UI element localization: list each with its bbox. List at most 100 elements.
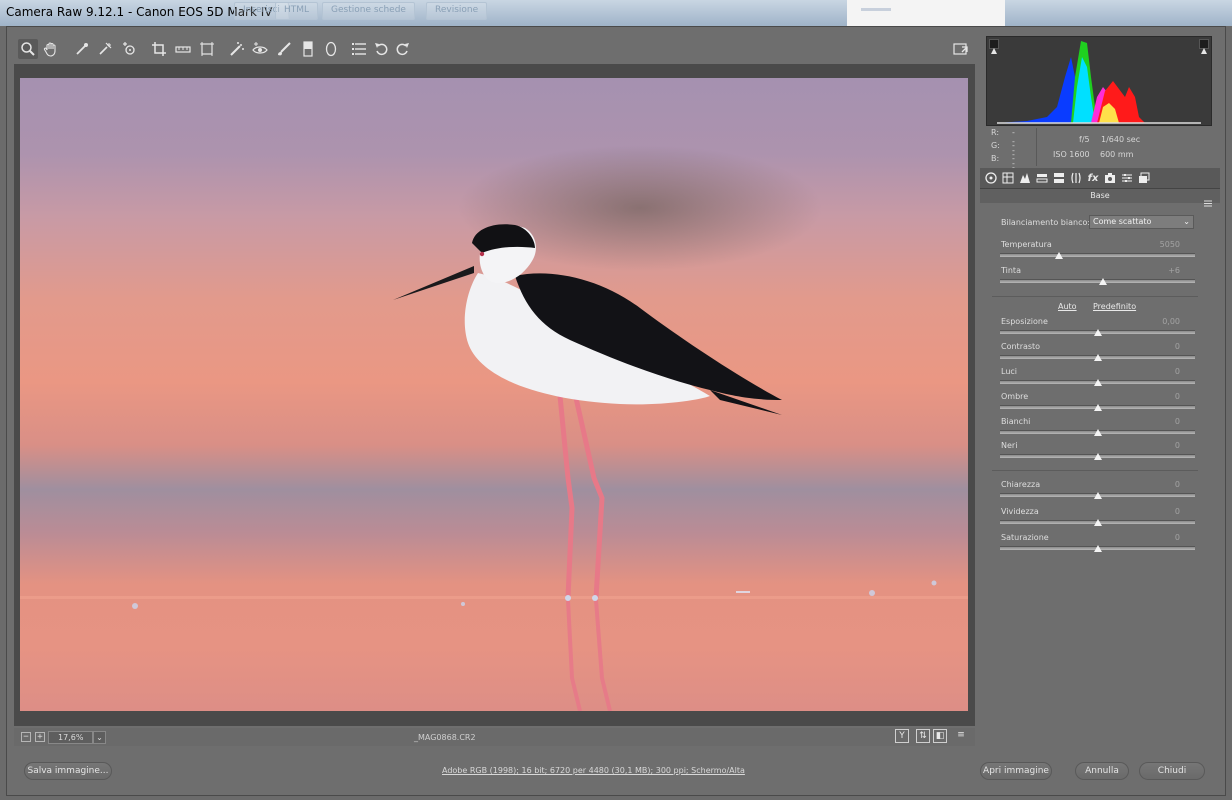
color-sampler-tool-icon[interactable] bbox=[95, 39, 115, 59]
tab-detail-icon[interactable] bbox=[1018, 171, 1032, 185]
fullscreen-icon[interactable] bbox=[951, 39, 971, 59]
crop-tool-icon[interactable] bbox=[149, 39, 169, 59]
slider-value-field[interactable]: 0 bbox=[1140, 441, 1180, 450]
slider-label: Luci bbox=[1001, 367, 1018, 376]
slider-thumb[interactable] bbox=[1093, 429, 1102, 436]
readout-r-label: R: bbox=[991, 128, 1000, 137]
preferences-icon[interactable] bbox=[349, 39, 369, 59]
default-link[interactable]: Predefinito bbox=[1093, 302, 1136, 311]
targeted-adjustment-tool-icon[interactable] bbox=[119, 39, 139, 59]
view-toggle-swap[interactable]: ⇅ bbox=[916, 729, 930, 743]
tab-camera-calibration-icon[interactable] bbox=[1103, 171, 1117, 185]
slider-thumb[interactable] bbox=[1093, 545, 1102, 552]
slider-label: Ombre bbox=[1001, 392, 1029, 401]
histogram-graph bbox=[997, 41, 1201, 124]
background-tab: Revisione bbox=[426, 2, 488, 20]
slider-thumb[interactable] bbox=[1093, 519, 1102, 526]
slider-label: Bianchi bbox=[1001, 417, 1031, 426]
panel-menu-icon[interactable] bbox=[1204, 192, 1212, 207]
adjustment-brush-icon[interactable] bbox=[274, 39, 294, 59]
file-name-label: _MAG0868.CR2 bbox=[414, 733, 476, 742]
cancel-button[interactable]: Annulla bbox=[1075, 762, 1129, 780]
slider-value-field[interactable]: 0 bbox=[1140, 367, 1180, 376]
slider-thumb[interactable] bbox=[1054, 252, 1063, 259]
close-button[interactable]: Chiudi bbox=[1139, 762, 1205, 780]
slider-label: Contrasto bbox=[1001, 342, 1041, 351]
slider-value-field[interactable]: 0 bbox=[1140, 533, 1180, 542]
readout-g-label: G: bbox=[991, 141, 1000, 150]
tab-lens-corrections-icon[interactable] bbox=[1069, 171, 1083, 185]
readout-b-label: B: bbox=[991, 154, 1000, 163]
slider-value-field[interactable]: 0 bbox=[1140, 417, 1180, 426]
zoom-in-button[interactable]: + bbox=[35, 732, 45, 742]
view-toggle-copy[interactable]: ◧ bbox=[933, 729, 947, 743]
zoom-dropdown-button[interactable]: ⌄ bbox=[93, 731, 106, 744]
zoom-tool-icon[interactable] bbox=[18, 39, 38, 59]
transform-tool-icon[interactable] bbox=[197, 39, 217, 59]
focal-length-value: 600 mm bbox=[1100, 150, 1134, 159]
tab-tone-curve-icon[interactable] bbox=[1001, 171, 1015, 185]
slider-value-field[interactable]: 0,00 bbox=[1140, 317, 1180, 326]
slider-label: Esposizione bbox=[1001, 317, 1048, 326]
slider-track[interactable] bbox=[1000, 279, 1195, 283]
slider-label: Neri bbox=[1001, 441, 1018, 450]
tab-snapshots-icon[interactable] bbox=[1137, 171, 1151, 185]
divider bbox=[992, 296, 1198, 297]
tab-hsl-icon[interactable] bbox=[1035, 171, 1049, 185]
tab-basic-icon[interactable] bbox=[984, 171, 998, 185]
workflow-options-link[interactable]: Adobe RGB (1998); 16 bit; 6720 per 4480 … bbox=[442, 766, 745, 775]
bird-image bbox=[20, 224, 968, 711]
rotate-left-icon[interactable] bbox=[372, 39, 392, 59]
slider-thumb[interactable] bbox=[1093, 379, 1102, 386]
slider-value-field[interactable]: +6 bbox=[1140, 266, 1180, 275]
aperture-value: f/5 bbox=[1079, 135, 1090, 144]
hand-tool-icon[interactable] bbox=[41, 39, 61, 59]
slider-value-field[interactable]: 5050 bbox=[1140, 240, 1180, 249]
slider-label: Vividezza bbox=[1001, 507, 1039, 516]
background-window-fragment bbox=[847, 0, 1005, 26]
slider-thumb[interactable] bbox=[1093, 453, 1102, 460]
spot-removal-tool-icon[interactable] bbox=[227, 39, 247, 59]
iso-value: ISO 1600 bbox=[1053, 150, 1090, 159]
slider-label: Saturazione bbox=[1001, 533, 1049, 542]
tab-split-toning-icon[interactable] bbox=[1052, 171, 1066, 185]
slider-value-field[interactable]: 0 bbox=[1140, 507, 1180, 516]
slider-thumb[interactable] bbox=[1093, 354, 1102, 361]
slider-thumb[interactable] bbox=[1099, 278, 1108, 285]
exposure-info: f/5 1/640 sec ISO 1600 600 mm bbox=[1036, 128, 1140, 166]
graduated-filter-icon[interactable] bbox=[298, 39, 318, 59]
status-bar bbox=[14, 728, 975, 746]
shutter-value: 1/640 sec bbox=[1101, 135, 1141, 144]
panel-title: Base bbox=[980, 189, 1220, 203]
rotate-right-icon[interactable] bbox=[392, 39, 412, 59]
save-image-button[interactable]: Salva immagine... bbox=[24, 762, 112, 780]
slider-label: Chiarezza bbox=[1001, 480, 1041, 489]
slider-thumb[interactable] bbox=[1093, 329, 1102, 336]
slider-value-field[interactable]: 0 bbox=[1140, 392, 1180, 401]
tab-effects-icon[interactable]: fx bbox=[1086, 171, 1100, 185]
open-image-button[interactable]: Apri immagine bbox=[980, 762, 1052, 780]
panel-tab-bar: fx bbox=[980, 168, 1220, 189]
background-tab: HTML bbox=[275, 2, 319, 20]
slider-value-field[interactable]: 0 bbox=[1140, 480, 1180, 489]
white-balance-select[interactable]: Come scattato ⌄ bbox=[1089, 215, 1194, 229]
view-toggle-before-after[interactable]: Y bbox=[895, 729, 909, 743]
auto-link[interactable]: Auto bbox=[1058, 302, 1077, 311]
slider-thumb[interactable] bbox=[1093, 492, 1102, 499]
slider-label: Tinta bbox=[1001, 266, 1021, 275]
red-eye-tool-icon[interactable] bbox=[250, 39, 270, 59]
tab-presets-icon[interactable] bbox=[1120, 171, 1134, 185]
window-titlebar: Camera Raw 9.12.1 - Canon EOS 5D Mark IV… bbox=[0, 0, 1232, 26]
slider-thumb[interactable] bbox=[1093, 404, 1102, 411]
straighten-tool-icon[interactable] bbox=[173, 39, 193, 59]
background-tab: Gestione schede bbox=[322, 2, 415, 20]
slider-track[interactable] bbox=[1000, 253, 1195, 257]
view-settings-icon[interactable]: ≡ bbox=[954, 729, 968, 743]
radial-filter-icon[interactable] bbox=[321, 39, 341, 59]
photo-preview[interactable] bbox=[20, 78, 968, 711]
zoom-out-button[interactable]: − bbox=[21, 732, 31, 742]
white-balance-label: Bilanciamento bianco: bbox=[1001, 218, 1091, 227]
zoom-level-field[interactable]: 17,6% bbox=[48, 731, 93, 744]
white-balance-tool-icon[interactable] bbox=[72, 39, 92, 59]
slider-value-field[interactable]: 0 bbox=[1140, 342, 1180, 351]
